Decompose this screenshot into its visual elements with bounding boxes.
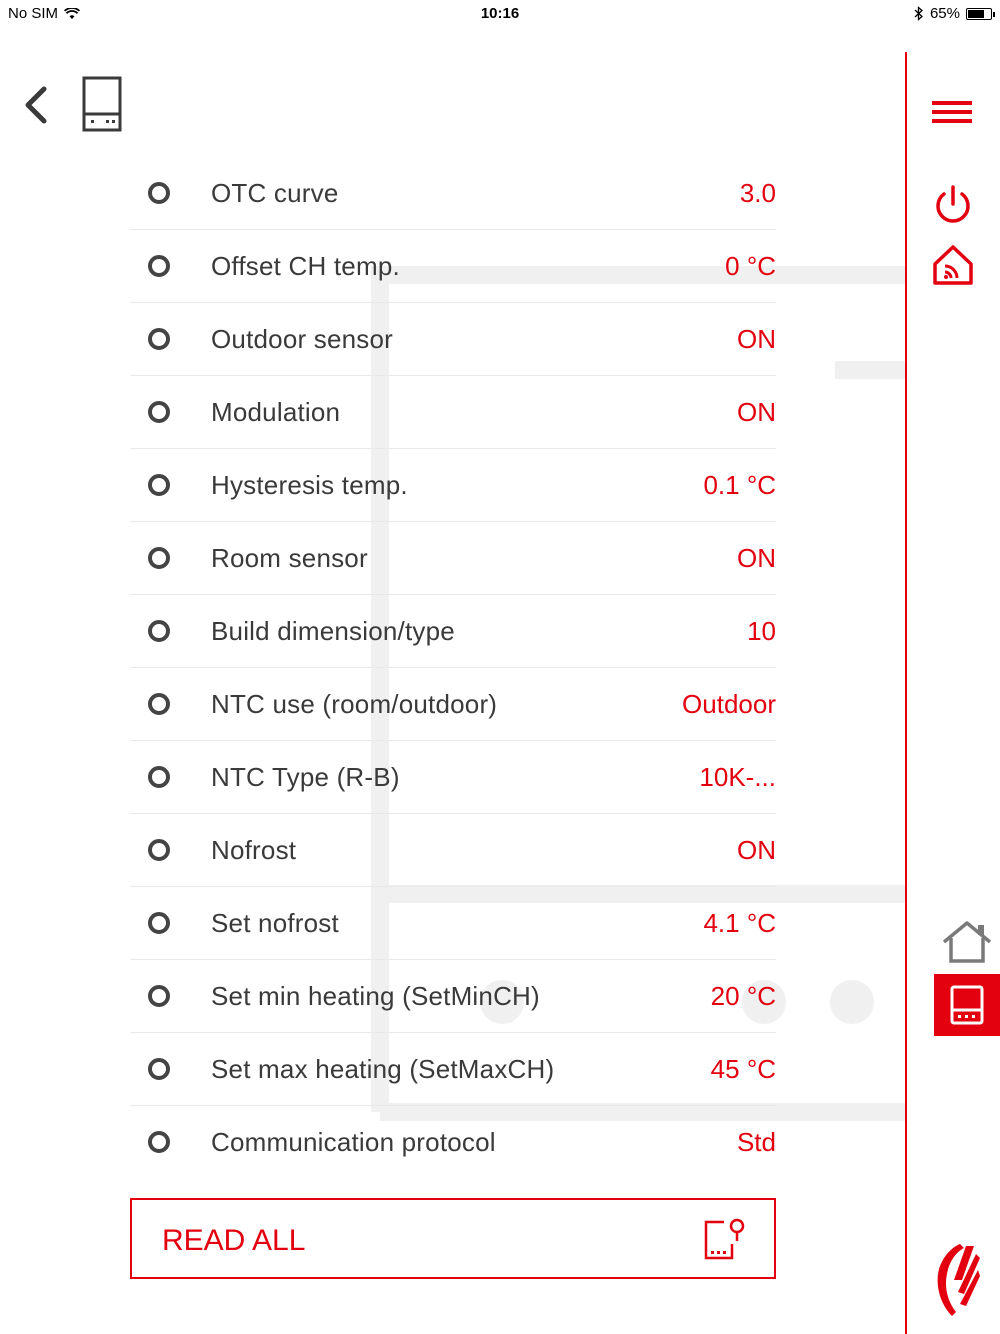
radio-button[interactable] <box>148 547 170 569</box>
param-row[interactable]: Outdoor sensor ON <box>130 303 776 376</box>
param-row[interactable]: NTC use (room/outdoor) Outdoor <box>130 668 776 741</box>
param-label: Hysteresis temp. <box>211 469 408 500</box>
hamburger-menu-icon[interactable] <box>932 100 974 126</box>
param-value: Std <box>736 1127 776 1157</box>
param-label: Set nofrost <box>211 907 339 938</box>
radio-button[interactable] <box>148 912 170 934</box>
param-value: 0.1 °C <box>703 469 776 500</box>
param-value: ON <box>737 323 776 354</box>
param-value: 3.0 <box>739 177 776 208</box>
param-value: ON <box>737 396 776 427</box>
radio-button[interactable] <box>148 985 170 1007</box>
param-row[interactable]: Set nofrost 4.1 °C <box>130 887 776 960</box>
read-all-label: READ ALL <box>162 1224 306 1257</box>
radio-button[interactable] <box>148 1058 170 1080</box>
param-row[interactable]: Set max heating (SetMaxCH) 45 °C <box>130 1033 776 1106</box>
status-bar: No SIM 10:16 65% <box>0 0 1000 28</box>
boiler-tab[interactable] <box>934 974 1000 1036</box>
param-value: 45 °C <box>710 1053 776 1084</box>
param-value: 20 °C <box>710 980 776 1011</box>
boiler-icon <box>82 76 124 134</box>
radio-button[interactable] <box>148 401 170 423</box>
read-device-icon <box>704 1218 745 1260</box>
power-icon[interactable] <box>932 184 974 226</box>
param-label: NTC use (room/outdoor) <box>211 688 498 719</box>
battery-icon <box>966 7 995 20</box>
param-row[interactable]: Set min heating (SetMinCH) 20 °C <box>130 960 776 1033</box>
param-label: Outdoor sensor <box>211 323 394 354</box>
param-value: 10K-... <box>699 761 776 792</box>
param-row[interactable]: Room sensor ON <box>130 522 776 595</box>
param-row[interactable]: OTC curve 3.0 <box>130 157 776 230</box>
smart-home-icon[interactable] <box>930 242 976 288</box>
battery-percent: 65% <box>929 5 960 22</box>
chevron-left-icon <box>25 86 47 124</box>
back-button[interactable] <box>18 80 58 130</box>
boiler-icon <box>950 985 984 1025</box>
param-label: Set max heating (SetMaxCH) <box>211 1053 555 1084</box>
param-value: Outdoor <box>682 688 776 719</box>
radio-button[interactable] <box>148 474 170 496</box>
param-row[interactable]: Nofrost ON <box>130 814 776 887</box>
param-value: 0 °C <box>725 250 776 281</box>
param-value: ON <box>737 834 776 865</box>
param-value: 4.1 °C <box>703 907 776 938</box>
param-label: Set min heating (SetMinCH) <box>211 980 540 1011</box>
param-label: NTC Type (R-B) <box>211 761 400 792</box>
param-row[interactable]: Communication protocol Std <box>130 1106 776 1179</box>
param-row[interactable]: Modulation ON <box>130 376 776 449</box>
bluetooth-icon <box>914 6 923 21</box>
radio-button[interactable] <box>148 1131 170 1153</box>
param-label: OTC curve <box>211 177 339 208</box>
param-value: ON <box>737 542 776 573</box>
radio-button[interactable] <box>148 839 170 861</box>
param-row[interactable]: NTC Type (R-B) 10K-... <box>130 741 776 814</box>
param-row[interactable]: Build dimension/type 10 <box>130 595 776 668</box>
radio-button[interactable] <box>148 620 170 642</box>
radio-button[interactable] <box>148 766 170 788</box>
radio-button[interactable] <box>148 693 170 715</box>
radio-button[interactable] <box>148 182 170 204</box>
param-value: 10 <box>747 615 776 646</box>
param-label: Room sensor <box>211 542 368 573</box>
param-label: Communication protocol <box>211 1127 496 1157</box>
radio-button[interactable] <box>148 255 170 277</box>
param-label: Build dimension/type <box>211 615 455 646</box>
radio-button[interactable] <box>148 328 170 350</box>
read-all-button[interactable]: READ ALL <box>130 1198 776 1279</box>
brand-logo <box>930 1240 982 1320</box>
param-label: Nofrost <box>211 834 297 865</box>
sidebar-divider <box>905 52 907 1334</box>
clock: 10:16 <box>480 5 520 22</box>
param-label: Offset CH temp. <box>211 250 400 281</box>
house-icon[interactable] <box>940 920 994 966</box>
param-row[interactable]: Offset CH temp. 0 °C <box>130 230 776 303</box>
param-label: Modulation <box>211 396 341 427</box>
param-row[interactable]: Hysteresis temp. 0.1 °C <box>130 449 776 522</box>
parameter-list: OTC curve 3.0 Offset CH temp. 0 °C Outdo… <box>130 157 776 1179</box>
